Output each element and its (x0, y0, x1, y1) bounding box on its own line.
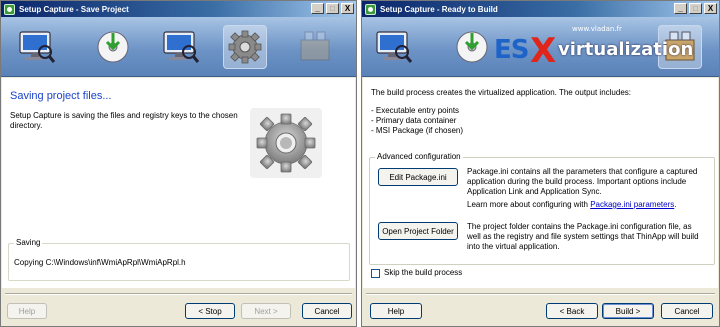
save-project-window: Setup Capture - Save Project _ □ X Savin… (0, 0, 357, 327)
gear-icon (250, 108, 322, 178)
stop-button[interactable]: < Stop (185, 303, 235, 319)
close-button[interactable]: X (704, 3, 717, 14)
page-description: Setup Capture is saving the files and re… (10, 111, 238, 130)
saving-group-label: Saving (14, 238, 43, 247)
cancel-button[interactable]: Cancel (661, 303, 713, 319)
back-button[interactable]: < Back (546, 303, 598, 319)
learn-more-prefix: Learn more about configuring with (467, 200, 591, 209)
learn-more-text: Learn more about configuring with Packag… (467, 200, 707, 210)
intro-text: The build process creates the virtualize… (371, 88, 632, 97)
disc-install-icon (450, 25, 494, 69)
open-project-folder-button[interactable]: Open Project Folder (378, 222, 458, 240)
build-button[interactable]: Build > (602, 303, 654, 319)
title-bar[interactable]: Setup Capture - Save Project _ □ X (1, 1, 356, 17)
saving-group: Saving Copying C:\Windows\inf\WmiApRpl\W… (8, 238, 350, 281)
open-folder-description: The project folder contains the Package.… (467, 222, 699, 251)
disc-install-icon (91, 25, 135, 69)
app-icon (4, 3, 15, 15)
minimize-button[interactable]: _ (311, 3, 324, 14)
package-icon (293, 25, 337, 69)
window-title: Setup Capture - Save Project (19, 4, 129, 14)
page-heading: Saving project files... (10, 90, 112, 102)
skip-build-label[interactable]: Skip the build process (384, 268, 462, 278)
package-ini-parameters-link[interactable]: Package.ini parameters (590, 200, 674, 209)
watermark-url: www.vladan.fr (572, 25, 622, 33)
monitor-magnifier-icon (372, 25, 416, 69)
output-item: - Executable entry points (371, 106, 460, 115)
title-bar[interactable]: Setup Capture - Ready to Build _ □ X (362, 1, 719, 17)
content-area: Saving project files... Setup Capture is… (2, 78, 355, 288)
edit-package-ini-button[interactable]: Edit Package.ini (378, 168, 458, 186)
output-item: - MSI Package (if chosen) (371, 126, 464, 135)
monitor-magnifier-icon (15, 25, 59, 69)
output-item: - Primary data container (371, 116, 457, 125)
help-button[interactable]: Help (370, 303, 422, 319)
watermark-x: X (530, 31, 557, 71)
wizard-banner: www.vladan.fr ES X virtualization (362, 17, 719, 77)
learn-more-suffix: . (674, 200, 677, 209)
wizard-banner (1, 17, 356, 77)
advanced-configuration-group: Advanced configuration Edit Package.ini … (369, 152, 715, 265)
minimize-button[interactable]: _ (674, 3, 687, 14)
help-button[interactable]: Help (7, 303, 47, 319)
maximize-button: □ (326, 3, 339, 14)
next-button[interactable]: Next > (241, 303, 291, 319)
cancel-button[interactable]: Cancel (302, 303, 352, 319)
maximize-button: □ (689, 3, 702, 14)
content-area: The build process creates the virtualize… (363, 78, 718, 288)
footer-divider (366, 293, 715, 295)
skip-build-checkbox[interactable] (371, 269, 380, 278)
saving-path: Copying C:\Windows\inf\WmiApRpl\WmiApRpl… (14, 258, 186, 267)
ready-to-build-window: Setup Capture - Ready to Build _ □ X www… (361, 0, 720, 327)
watermark-virtualization: virtualization (558, 39, 694, 60)
watermark-es: ES (494, 35, 529, 65)
advanced-configuration-label: Advanced configuration (375, 152, 463, 161)
app-icon (365, 3, 376, 15)
edit-package-description: Package.ini contains all the parameters … (467, 167, 698, 196)
close-button[interactable]: X (341, 3, 354, 14)
monitor-magnifier-icon (159, 25, 203, 69)
gear-icon (223, 25, 267, 69)
window-title: Setup Capture - Ready to Build (380, 4, 498, 14)
footer-divider (5, 293, 352, 295)
